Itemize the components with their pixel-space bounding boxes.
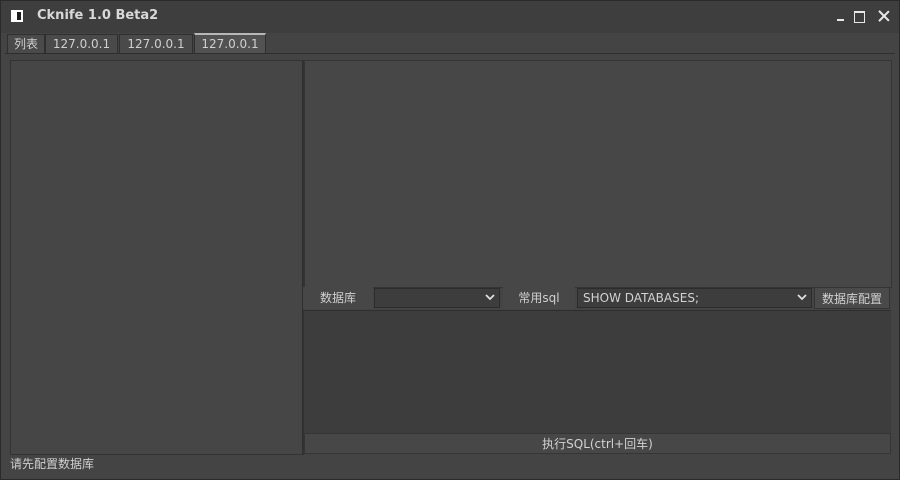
common-sql-select[interactable]: SHOW DATABASES; — [577, 288, 812, 308]
window-title: Cknife 1.0 Beta2 — [37, 8, 159, 23]
pane-splitter[interactable] — [302, 60, 303, 455]
tab-host-3[interactable]: 127.0.0.1 — [194, 33, 266, 53]
app-window: Cknife 1.0 Beta2 列表 127.0.0.1 127.0.0.1 … — [0, 0, 900, 480]
tab-list[interactable]: 列表 — [7, 34, 45, 53]
maximize-icon[interactable] — [853, 9, 867, 23]
tab-host-1[interactable]: 127.0.0.1 — [45, 34, 118, 53]
query-result-area[interactable] — [304, 60, 892, 288]
minimize-icon[interactable] — [834, 9, 848, 23]
close-icon[interactable] — [877, 9, 891, 23]
sql-input[interactable] — [304, 310, 891, 434]
tab-host-2[interactable]: 127.0.0.1 — [119, 34, 193, 53]
chevron-down-icon — [797, 294, 807, 301]
common-sql-label: 常用sql — [503, 287, 575, 309]
database-label: 数据库 — [303, 287, 373, 309]
database-select[interactable] — [374, 288, 500, 308]
status-bar-text: 请先配置数据库 — [10, 457, 95, 471]
db-toolbar: 数据库 常用sql SHOW DATABASES; 数据库配置 — [303, 287, 892, 309]
tab-divider — [5, 53, 895, 54]
title-bar[interactable]: Cknife 1.0 Beta2 — [1, 1, 899, 33]
database-config-button[interactable]: 数据库配置 — [814, 287, 890, 309]
app-logo-icon — [11, 10, 23, 22]
chevron-down-icon — [485, 294, 495, 301]
common-sql-value: SHOW DATABASES; — [583, 291, 699, 305]
database-tree-panel[interactable] — [10, 60, 304, 455]
execute-sql-button[interactable]: 执行SQL(ctrl+回车) — [304, 433, 891, 454]
